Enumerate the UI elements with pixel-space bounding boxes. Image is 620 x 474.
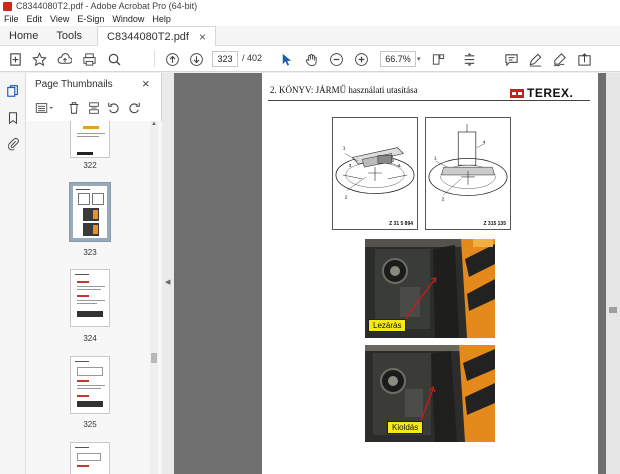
left-navigation-rail [0, 73, 26, 474]
panel-toolbar [32, 99, 156, 117]
zoom-dropdown-icon[interactable]: ▾ [417, 55, 421, 63]
panel-collapse-handle[interactable]: ◀ [162, 73, 174, 474]
copy-icon[interactable] [6, 84, 20, 98]
scrollbar-thumb[interactable] [151, 353, 157, 363]
print-icon[interactable] [80, 50, 98, 68]
thumbnail-page[interactable] [70, 442, 110, 474]
tab-bar: Home Tools C8344080T2.pdf × [0, 26, 620, 46]
upload-icon[interactable] [55, 50, 73, 68]
share-icon[interactable] [575, 50, 593, 68]
document-view[interactable]: 2. KÖNYV: JÁRMŰ használati utasítása TER… [174, 73, 620, 474]
page-total: / 402 [242, 53, 263, 63]
page-number-input[interactable]: 323 [212, 51, 238, 67]
photo-release-image [365, 345, 495, 442]
svg-text:4: 4 [483, 140, 486, 146]
search-icon[interactable] [105, 50, 123, 68]
photo-release: Kioldás [365, 345, 495, 442]
delete-icon[interactable] [66, 100, 82, 116]
page-down-icon[interactable] [187, 50, 205, 68]
tab-home[interactable]: Home [0, 26, 47, 46]
acrobat-app-icon [3, 1, 12, 11]
menu-bar: File Edit View E-Sign Window Help [0, 12, 620, 26]
figure-code: Z 315 135 [483, 221, 506, 227]
create-icon[interactable] [6, 50, 24, 68]
window-title: C8344080T2.pdf - Adobe Acrobat Pro (64-b… [16, 1, 198, 11]
zoom-level-input[interactable]: 66.7% [380, 51, 416, 67]
zoom-out-icon[interactable] [327, 50, 345, 68]
pdf-page: 2. KÖNYV: JÁRMŰ használati utasítása TER… [262, 73, 598, 474]
header-rule [268, 100, 590, 101]
photo-lock: Lezárás [365, 239, 495, 338]
menu-edit[interactable]: Edit [23, 14, 47, 24]
toolbar-divider [154, 51, 155, 67]
thumbnail-scrollbar[interactable]: ▲ [150, 121, 158, 474]
page-up-icon[interactable] [163, 50, 181, 68]
wheel-release-diagram: 4 1 2 [428, 124, 508, 202]
svg-text:1: 1 [434, 155, 437, 161]
scroll-up-icon[interactable]: ▲ [150, 121, 158, 127]
tab-tools[interactable]: Tools [47, 26, 91, 46]
extract-icon[interactable] [86, 100, 102, 116]
terex-logo-mark [510, 88, 524, 98]
thumbnail-page[interactable] [70, 121, 110, 158]
thumbnail-label: 325 [83, 420, 97, 429]
zoom-in-icon[interactable] [352, 50, 370, 68]
terex-logo: TEREX. [510, 86, 573, 100]
comment-icon[interactable] [502, 50, 520, 68]
menu-view[interactable]: View [46, 14, 73, 24]
svg-text:4: 4 [397, 163, 400, 169]
rotate-cw-icon[interactable] [126, 100, 142, 116]
thumbnail-page[interactable] [70, 356, 110, 414]
scroll-mode-icon[interactable] [460, 50, 478, 68]
thumbnail-label: 323 [83, 248, 97, 257]
attachment-icon[interactable] [6, 137, 20, 151]
menu-window[interactable]: Window [108, 14, 148, 24]
wheel-lock-diagram: 1 4 3 2 [335, 146, 415, 200]
technical-figure-1: 1 4 3 2 Z 31 5 894 [332, 117, 418, 230]
thumbnail-label: 324 [83, 334, 97, 343]
marquee-icon[interactable] [429, 50, 447, 68]
star-icon[interactable] [30, 50, 48, 68]
options-icon[interactable] [34, 100, 56, 116]
title-bar: C8344080T2.pdf - Adobe Acrobat Pro (64-b… [0, 0, 620, 12]
rotate-ccw-icon[interactable] [106, 100, 122, 116]
collapse-arrow-icon: ◀ [165, 279, 171, 286]
technical-figure-2: 4 1 2 Z 315 135 [425, 117, 511, 230]
svg-text:2: 2 [345, 194, 348, 200]
menu-file[interactable]: File [0, 14, 23, 24]
highlight-icon[interactable] [526, 50, 544, 68]
main-toolbar: 323 / 402 66.7% ▾ [0, 46, 620, 72]
svg-text:2: 2 [442, 196, 445, 202]
figure-code: Z 31 5 894 [389, 221, 413, 227]
menu-help[interactable]: Help [148, 14, 175, 24]
select-cursor-icon[interactable] [277, 50, 295, 68]
page-thumbnails-panel: Page Thumbnails × 322 323 324 325 ▲ [26, 73, 162, 474]
scrollbar-thumb[interactable] [609, 307, 617, 313]
thumbnail-page-selected[interactable] [70, 183, 110, 241]
tab-close-icon[interactable]: × [199, 27, 206, 47]
photo-label: Lezárás [368, 319, 407, 332]
thumbnail-page[interactable] [70, 269, 110, 327]
thumbnail-list: 322 323 324 325 ▲ [26, 121, 162, 474]
svg-text:3: 3 [349, 163, 352, 169]
photo-label: Kioldás [387, 421, 424, 434]
terex-logo-text: TEREX. [527, 86, 574, 100]
svg-text:1: 1 [343, 146, 346, 152]
sign-icon[interactable] [550, 50, 568, 68]
bookmark-icon[interactable] [6, 111, 20, 125]
tab-document-label: C8344080T2.pdf [107, 30, 189, 43]
menu-esign[interactable]: E-Sign [73, 14, 108, 24]
tab-document[interactable]: C8344080T2.pdf × [97, 26, 216, 46]
document-scrollbar[interactable] [606, 73, 620, 474]
panel-title: Page Thumbnails [35, 79, 113, 90]
thumbnail-label: 322 [83, 161, 97, 170]
hand-icon[interactable] [302, 50, 320, 68]
page-header: 2. KÖNYV: JÁRMŰ használati utasítása [270, 85, 418, 95]
panel-close-icon[interactable]: × [142, 76, 150, 91]
